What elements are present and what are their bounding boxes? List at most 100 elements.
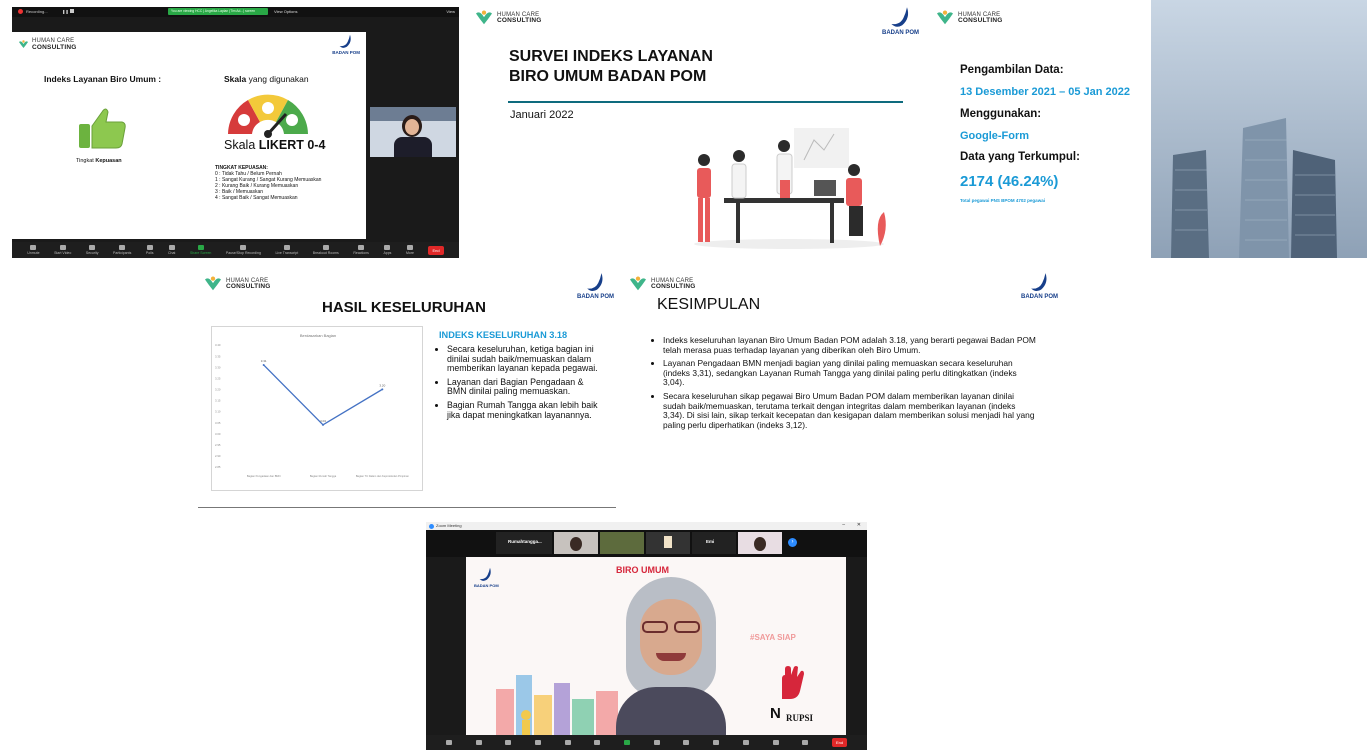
unmute-button[interactable] (445, 740, 452, 745)
pause-stop-recording-button[interactable]: Pause/Stop Recording (226, 245, 261, 255)
reactions-button[interactable]: Reactions (353, 245, 369, 255)
participant-tile[interactable] (600, 532, 644, 554)
chat-icon (594, 740, 601, 745)
live-transcript-button[interactable] (683, 740, 690, 745)
security-button[interactable] (505, 740, 512, 745)
shield-icon (505, 740, 512, 745)
share-screen-button[interactable]: Share Screen (190, 245, 211, 255)
reactions-button[interactable] (742, 740, 749, 745)
list-item: Bagian Rumah Tangga akan lebih baik jika… (447, 400, 603, 420)
security-button[interactable]: Security (86, 245, 99, 255)
next-page-icon[interactable]: › (788, 538, 797, 547)
data-point (322, 423, 324, 426)
chart-title: Berdasarkan Bagian (300, 333, 336, 338)
participant-name: Rumahtangga... (508, 539, 542, 544)
zoom-toolbar: End (426, 735, 867, 750)
y-tick-label: 3.35 (215, 354, 221, 358)
stop-icon[interactable] (70, 9, 74, 13)
smiley-icon (742, 740, 749, 745)
microphone-icon (445, 740, 452, 745)
participant-tile[interactable] (738, 532, 782, 554)
x-tick-label: Bagian TU Dalam dan Keprotokolan Pimpina… (356, 474, 410, 478)
chat-button[interactable]: Chat (168, 245, 175, 255)
collected-label: Data yang Terkumpul: (960, 151, 1080, 163)
participant-tile[interactable]: Emi (692, 532, 736, 554)
chat-button[interactable] (594, 740, 601, 745)
list-item: Layanan dari Bagian Pengadaan & BMN dini… (447, 377, 603, 397)
live-transcript-button[interactable]: Live Transcript (275, 245, 298, 255)
anti-corruption-letter: N (770, 705, 781, 722)
data-label: 3.04 (320, 419, 326, 423)
share-screen-button[interactable] (624, 740, 631, 745)
y-tick-label: 3.40 (215, 343, 221, 347)
anti-corruption-text: RUPSI (786, 713, 814, 723)
city-illustration (496, 675, 618, 735)
end-meeting-button[interactable]: End (428, 245, 444, 255)
zoom-toolbar: Unmute Start Video Security Participants… (12, 242, 459, 258)
results-bullets: Secara keseluruhan, ketiga bagian ini di… (438, 344, 603, 424)
presenter-video-tile[interactable] (370, 107, 456, 157)
zoom-app-icon (429, 523, 434, 529)
polls-button[interactable] (564, 740, 571, 745)
view-button[interactable]: View (446, 9, 455, 14)
total-employees-note: Total pegawai PNS BPOM 4702 pegawai (960, 198, 1045, 203)
collected-value: 2174 (46.24%) (960, 173, 1059, 190)
more-button[interactable] (802, 740, 809, 745)
recording-status: Recording... (26, 9, 48, 14)
grid-icon (713, 740, 720, 745)
y-tick-label: 2.95 (215, 443, 221, 447)
apps-icon (772, 740, 779, 745)
satisfaction-gauge-icon (228, 94, 308, 138)
y-tick-label: 3.20 (215, 388, 221, 392)
apps-button[interactable]: Apps (383, 245, 391, 255)
x-tick-label: Bagian Pengadaan dan BMN (247, 474, 281, 478)
list-item: Secara keseluruhan, ketiga bagian ini di… (447, 344, 603, 374)
satisfaction-label: Tingkat Kepuasan (76, 158, 122, 164)
participant-tile[interactable] (554, 532, 598, 554)
view-options-button[interactable]: View Options (274, 9, 298, 14)
unmute-button[interactable]: Unmute (27, 245, 40, 255)
slide-overall-results: HUMAN CARE CONSULTING BADAN POM HASIL KES… (198, 266, 616, 508)
video-icon (475, 740, 482, 745)
start-video-button[interactable] (475, 740, 482, 745)
smiley-icon (358, 245, 365, 250)
y-tick-label: 3.30 (215, 365, 221, 369)
participants-button[interactable] (534, 740, 541, 745)
apps-icon (384, 245, 391, 250)
satisfaction-levels: TINGKAT KEPUASAN: 0 : Tidak Tahu / Belum… (215, 165, 322, 201)
participant-name: Emi (706, 539, 715, 544)
hcc-logo: HUMAN CARE CONSULTING (474, 10, 542, 26)
skyscraper-photo (1151, 0, 1367, 258)
line-chart-container: Berdasarkan Bagian 3.40 3.35 3.30 3.25 3.20 3.… (211, 326, 423, 491)
close-button[interactable]: ✕ (857, 522, 861, 528)
left-title: Indeks Layanan Biro Umum : (44, 74, 162, 84)
minimize-button[interactable]: – (842, 522, 845, 528)
conclusion-bullets: Indeks keseluruhan layanan Biro Umum Bad… (656, 335, 1036, 434)
pause-icon[interactable]: ❚❚ (62, 9, 69, 14)
apps-button[interactable] (772, 740, 779, 745)
survey-title: SURVEI INDEKS LAYANAN BIRO UMUM BADAN PO… (509, 48, 713, 85)
zoom-window-speaker: Zoom Meeting – ✕ Rumahtangga... Emi › BA… (426, 522, 867, 750)
recording-button[interactable] (653, 740, 660, 745)
participants-button[interactable]: Participants (113, 245, 131, 255)
hcc-logo: HUMAN CARE CONSULTING (935, 10, 1003, 26)
badan-pom-logo: BADAN POM (577, 272, 614, 300)
breakout-rooms-button[interactable] (713, 740, 720, 745)
participant-tile[interactable]: Rumahtangga... (496, 532, 552, 554)
window-titlebar: Zoom Meeting – ✕ (426, 522, 867, 530)
data-label: 3.20 (379, 383, 385, 387)
grid-icon (322, 245, 329, 250)
polls-button[interactable]: Polls (146, 245, 153, 255)
start-video-button[interactable]: Start Video (54, 245, 71, 255)
level-item: 4 : Sangat Baik / Sangat Memuaskan (215, 195, 298, 201)
y-tick-label: 3.25 (215, 376, 221, 380)
collection-period: 13 Desember 2021 – 05 Jan 2022 (960, 86, 1131, 98)
title-divider (508, 101, 903, 103)
virtual-bg-banner: BIRO UMUM (616, 565, 669, 575)
more-button[interactable]: More (406, 245, 414, 255)
end-meeting-button[interactable]: End (831, 738, 848, 747)
participant-tile[interactable] (646, 532, 690, 554)
saya-siap-text: #SAYA SIAP (750, 633, 796, 642)
breakout-rooms-button[interactable]: Breakout Rooms (313, 245, 339, 255)
conclusion-title: KESIMPULAN (657, 296, 761, 313)
